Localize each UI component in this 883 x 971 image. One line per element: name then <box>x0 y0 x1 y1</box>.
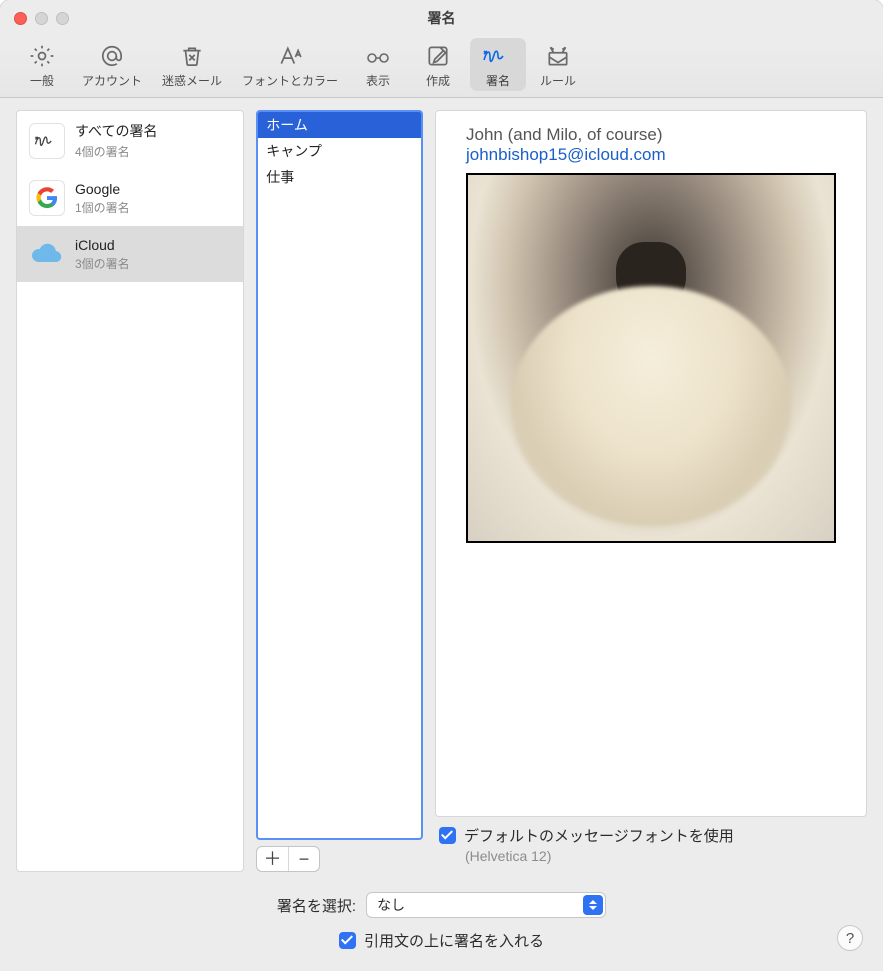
signature-names-list[interactable]: ホーム キャンプ 仕事 <box>256 110 423 840</box>
window-controls <box>14 12 69 25</box>
gear-icon <box>29 42 55 70</box>
use-default-font-label: デフォルトのメッセージフォントを使用 <box>464 825 734 846</box>
zoom-window-button[interactable] <box>56 12 69 25</box>
account-subtitle: 1個の署名 <box>75 199 130 216</box>
tab-signatures[interactable]: 署名 <box>470 38 526 91</box>
account-item-all[interactable]: すべての署名 4個の署名 <box>17 111 243 170</box>
tab-rules[interactable]: ルール <box>530 38 586 91</box>
tab-general[interactable]: 一般 <box>14 38 70 91</box>
trash-icon <box>179 42 205 70</box>
minimize-window-button[interactable] <box>35 12 48 25</box>
signature-image <box>466 173 836 543</box>
three-pane-layout: すべての署名 4個の署名 Google <box>0 98 883 876</box>
accounts-list: すべての署名 4個の署名 Google <box>16 110 244 872</box>
place-above-quote-row[interactable]: 引用文の上に署名を入れる <box>339 930 544 951</box>
add-signature-button[interactable]: ＋ <box>257 847 289 871</box>
remove-signature-button[interactable]: − <box>289 847 320 871</box>
signature-preview-column: John (and Milo, of course) johnbishop15@… <box>435 110 867 872</box>
signature-add-remove: ＋ − <box>256 846 320 872</box>
content-area: すべての署名 4個の署名 Google <box>0 98 883 971</box>
signature-icon <box>481 42 515 70</box>
rules-icon <box>545 42 571 70</box>
at-sign-icon <box>99 42 125 70</box>
footer: 署名を選択: なし 引用文の上に署名を入れる ? <box>0 876 883 971</box>
tab-viewing[interactable]: 表示 <box>350 38 406 91</box>
choose-signature-value: なし <box>377 895 405 915</box>
signature-editor[interactable]: John (and Milo, of course) johnbishop15@… <box>435 110 867 817</box>
preferences-toolbar: 一般 アカウント 迷惑メール フォントとカラー 表示 <box>0 36 883 98</box>
place-above-quote-checkbox[interactable] <box>339 932 356 949</box>
account-subtitle: 3個の署名 <box>75 255 130 272</box>
compose-icon <box>425 42 451 70</box>
tab-accounts[interactable]: アカウント <box>74 38 150 91</box>
tab-fonts-colors[interactable]: フォントとカラー <box>234 38 346 91</box>
use-default-font-checkbox[interactable] <box>439 827 456 844</box>
help-button[interactable]: ? <box>837 925 863 951</box>
default-font-note: (Helvetica 12) <box>465 848 863 864</box>
account-name: すべての署名 <box>75 121 157 141</box>
preview-options: デフォルトのメッセージフォントを使用 (Helvetica 12) <box>435 817 867 872</box>
account-name: Google <box>75 181 130 197</box>
google-icon <box>29 180 65 216</box>
choose-signature-label: 署名を選択: <box>277 895 356 916</box>
account-subtitle: 4個の署名 <box>75 143 157 160</box>
signature-icon <box>29 123 65 159</box>
account-item-google[interactable]: Google 1個の署名 <box>17 170 243 226</box>
tab-composing[interactable]: 作成 <box>410 38 466 91</box>
signature-item[interactable]: 仕事 <box>258 164 421 190</box>
chevron-updown-icon <box>583 895 603 915</box>
glasses-icon <box>364 42 392 70</box>
account-name: iCloud <box>75 237 130 253</box>
titlebar: 署名 <box>0 0 883 36</box>
account-item-icloud[interactable]: iCloud 3個の署名 <box>17 226 243 282</box>
help-icon: ? <box>846 930 854 947</box>
close-window-button[interactable] <box>14 12 27 25</box>
choose-signature-select[interactable]: なし <box>366 892 606 918</box>
signature-names-column: ホーム キャンプ 仕事 ＋ − <box>256 110 423 872</box>
preferences-window: 署名 一般 アカウント 迷惑メール フォントとカラー <box>0 0 883 971</box>
signature-item[interactable]: ホーム <box>258 112 421 138</box>
icloud-icon <box>29 236 65 272</box>
place-above-quote-label: 引用文の上に署名を入れる <box>364 930 544 951</box>
signature-name-line: John (and Milo, of course) <box>466 125 836 145</box>
signature-email: johnbishop15@icloud.com <box>466 145 836 165</box>
font-icon <box>277 42 303 70</box>
signature-item[interactable]: キャンプ <box>258 138 421 164</box>
choose-signature-row: 署名を選択: なし <box>277 892 606 918</box>
tab-junk[interactable]: 迷惑メール <box>154 38 230 91</box>
use-default-font-row[interactable]: デフォルトのメッセージフォントを使用 <box>439 825 863 846</box>
window-title: 署名 <box>428 8 456 28</box>
